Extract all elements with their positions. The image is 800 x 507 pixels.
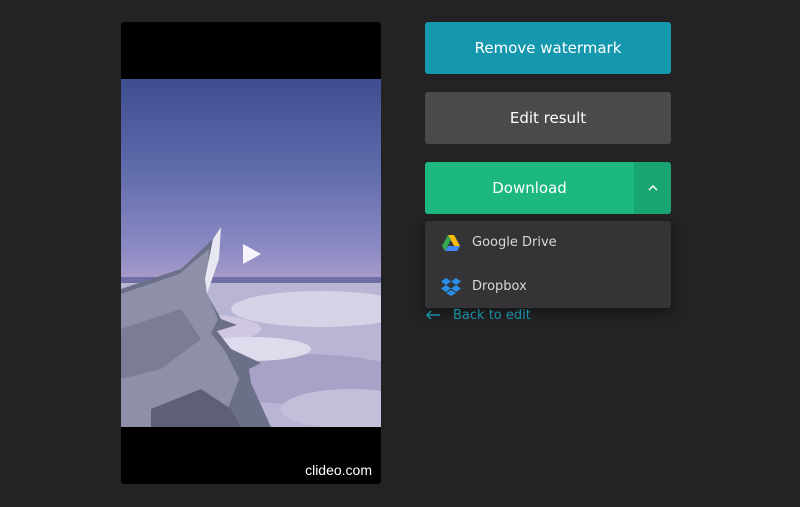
- back-to-edit-label: Back to edit: [453, 307, 531, 323]
- video-frame: [121, 79, 381, 427]
- edit-result-button[interactable]: Edit result: [425, 92, 671, 144]
- download-button[interactable]: Download: [425, 162, 634, 214]
- menu-item-dropbox[interactable]: Dropbox: [425, 265, 671, 308]
- chevron-up-icon: [647, 184, 658, 191]
- download-button-group: Download: [425, 162, 671, 214]
- play-icon[interactable]: [241, 242, 263, 266]
- download-options-menu: Google Drive Dropbox: [425, 221, 671, 308]
- menu-item-label: Dropbox: [472, 279, 527, 294]
- google-drive-icon: [442, 234, 460, 251]
- menu-item-google-drive[interactable]: Google Drive: [425, 221, 671, 264]
- back-to-edit-link[interactable]: Back to edit: [425, 306, 531, 324]
- remove-watermark-button[interactable]: Remove watermark: [425, 22, 671, 74]
- menu-item-label: Google Drive: [472, 235, 557, 250]
- arrow-left-icon: [425, 310, 440, 320]
- video-preview[interactable]: clideo.com: [121, 22, 381, 484]
- watermark-text: clideo.com: [305, 462, 372, 478]
- download-options-toggle[interactable]: [634, 162, 671, 214]
- dropbox-icon: [441, 277, 461, 296]
